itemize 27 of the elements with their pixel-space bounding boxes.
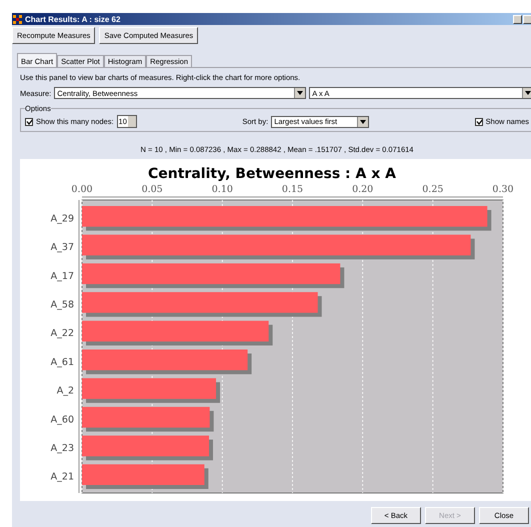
category-label: A_60: [50, 414, 74, 426]
category-label: A_37: [50, 242, 74, 254]
category-label: A_29: [50, 213, 74, 224]
axis-tick-label: 0.30: [492, 184, 514, 195]
dropdown-arrow-icon: [525, 91, 531, 95]
axis-tick-label: 0.25: [422, 184, 444, 195]
category-label: A_21: [50, 472, 74, 483]
axis-tick-label: 0.00: [71, 184, 93, 195]
axis-tick-label: 0.10: [212, 184, 233, 195]
app-icon: [13, 14, 22, 24]
checkbox[interactable]: [25, 118, 33, 126]
minimize-icon[interactable]: [513, 14, 522, 24]
category-label: A_58: [50, 299, 74, 310]
chart-title: Centrality, Betweenness : A x A: [148, 166, 396, 182]
window-title: Chart Results: A : size 62: [25, 14, 122, 24]
category-label: A_22: [50, 328, 74, 340]
checkbox[interactable]: [474, 118, 483, 126]
axis-tick-label: 0.15: [282, 184, 304, 195]
dropdown-arrow-icon: [360, 120, 366, 124]
maximize-icon[interactable]: [523, 14, 531, 24]
axis-tick-label: 0.05: [142, 184, 163, 195]
axis-tick-label: 0.20: [352, 184, 374, 195]
category-label: A_17: [50, 270, 74, 282]
category-label: A_2: [56, 386, 74, 397]
dropdown-arrow-icon: [297, 91, 304, 95]
category-label: A_61: [50, 356, 74, 368]
category-label: A_23: [50, 442, 74, 454]
